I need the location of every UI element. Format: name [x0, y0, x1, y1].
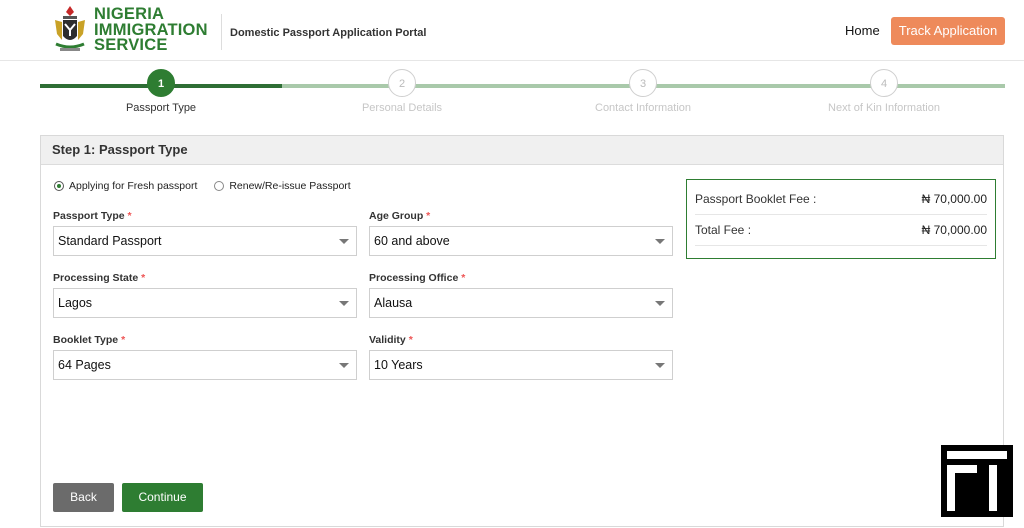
radio-fresh-indicator[interactable] [54, 181, 64, 191]
processing-office-label-text: Processing Office [369, 272, 459, 284]
brand-name: NIGERIA IMMIGRATION SERVICE [94, 6, 208, 54]
booklet-type-value: 64 Pages [58, 358, 111, 372]
chevron-down-icon [655, 239, 665, 244]
fi-logo-icon [941, 445, 1013, 517]
step-4-circle[interactable]: 4 [870, 69, 898, 97]
track-application-button[interactable]: Track Application [891, 17, 1005, 45]
radio-renew-label: Renew/Re-issue Passport [229, 180, 351, 192]
processing-office-value: Alausa [374, 296, 413, 310]
continue-button[interactable]: Continue [122, 483, 203, 512]
age-group-select[interactable]: 60 and above [369, 226, 673, 256]
coat-of-arms-icon [55, 6, 85, 51]
step-3-circle[interactable]: 3 [629, 69, 657, 97]
validity-value: 10 Years [374, 358, 423, 372]
validity-label: Validity * [369, 334, 413, 346]
required-mark: * [121, 334, 126, 346]
step-4-label: Next of Kin Information [828, 102, 940, 114]
booklet-type-label: Booklet Type * [53, 334, 125, 346]
age-group-label: Age Group * [369, 210, 430, 222]
required-mark: * [408, 334, 413, 346]
processing-office-select[interactable]: Alausa [369, 288, 673, 318]
passport-type-value: Standard Passport [58, 234, 162, 248]
passport-type-card: Step 1: Passport Type Applying for Fresh… [40, 135, 1004, 527]
card-title: Step 1: Passport Type [41, 136, 1003, 165]
processing-state-select[interactable]: Lagos [53, 288, 357, 318]
total-fee-label: Total Fee : [695, 223, 752, 237]
booklet-fee-row: Passport Booklet Fee : ₦ 70,000.00 [695, 184, 987, 215]
radio-renew-indicator[interactable] [214, 181, 225, 191]
radio-fresh-label: Applying for Fresh passport [69, 180, 198, 192]
step-3-label: Contact Information [595, 102, 691, 114]
header-divider [221, 14, 222, 50]
age-group-label-text: Age Group [369, 210, 424, 222]
step-1-circle[interactable]: 1 [147, 69, 175, 97]
required-mark: * [141, 272, 146, 284]
step-2-circle[interactable]: 2 [388, 69, 416, 97]
age-group-value: 60 and above [374, 234, 450, 248]
required-mark: * [127, 210, 132, 222]
booklet-fee-value: ₦ 70,000.00 [921, 192, 987, 206]
brand-line-3: SERVICE [94, 36, 168, 54]
required-mark: * [461, 272, 466, 284]
total-fee-row: Total Fee : ₦ 70,000.00 [695, 215, 987, 246]
processing-state-label-text: Processing State [53, 272, 139, 284]
chevron-down-icon [339, 239, 349, 244]
portal-title: Domestic Passport Application Portal [230, 27, 427, 39]
passport-type-select[interactable]: Standard Passport [53, 226, 357, 256]
radio-fresh-passport[interactable]: Applying for Fresh passport [54, 180, 197, 192]
processing-state-value: Lagos [58, 296, 93, 310]
back-button[interactable]: Back [53, 483, 114, 512]
booklet-fee-label: Passport Booklet Fee : [695, 192, 817, 206]
total-fee-value: ₦ 70,000.00 [921, 223, 987, 237]
validity-select[interactable]: 10 Years [369, 350, 673, 380]
application-type-radio-group: Applying for Fresh passport Renew/Re-iss… [54, 180, 365, 192]
chevron-down-icon [339, 363, 349, 368]
processing-state-label: Processing State * [53, 272, 145, 284]
passport-type-label: Passport Type * [53, 210, 132, 222]
fee-summary-box: Passport Booklet Fee : ₦ 70,000.00 Total… [686, 179, 996, 259]
processing-office-label: Processing Office * [369, 272, 465, 284]
passport-type-label-text: Passport Type [53, 210, 125, 222]
booklet-type-label-text: Booklet Type [53, 334, 119, 346]
booklet-type-select[interactable]: 64 Pages [53, 350, 357, 380]
chevron-down-icon [655, 301, 665, 306]
nav-home-link[interactable]: Home [845, 23, 880, 38]
chevron-down-icon [655, 363, 665, 368]
chevron-down-icon [339, 301, 349, 306]
top-header: NIGERIA IMMIGRATION SERVICE Domestic Pas… [0, 0, 1024, 61]
step-2-label: Personal Details [361, 102, 443, 114]
validity-label-text: Validity [369, 334, 406, 346]
radio-renew-passport[interactable]: Renew/Re-issue Passport [214, 180, 351, 192]
required-mark: * [426, 210, 431, 222]
step-1-label: Passport Type [125, 102, 197, 114]
